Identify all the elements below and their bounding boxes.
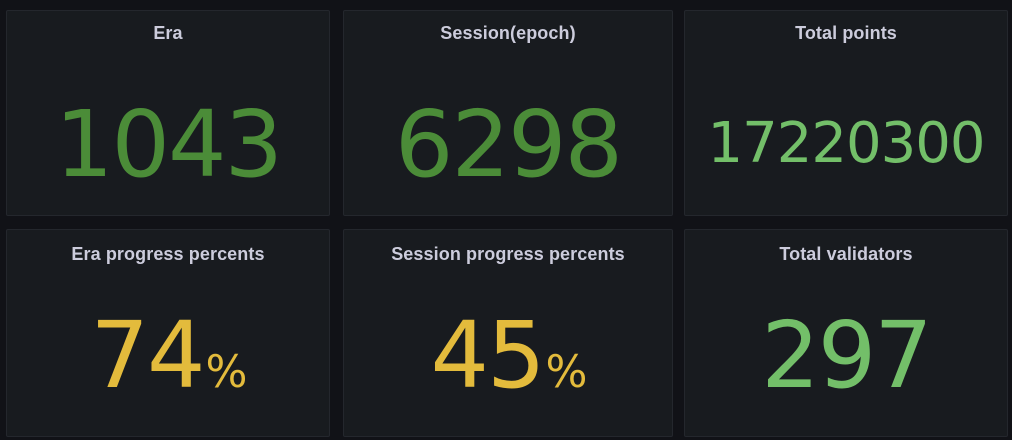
panel-title: Session progress percents [391,244,625,264]
stat-panel-session-epoch[interactable]: Session(epoch) 6298 [343,10,673,216]
stat-number: 45 [430,302,545,409]
stat-panel-total-points[interactable]: Total points 17220300 [684,10,1008,216]
stat-value: 17220300 [685,116,1007,172]
stat-unit: % [545,347,588,398]
stat-unit: % [205,347,248,398]
panel-title: Era [153,23,183,43]
panel-title: Session(epoch) [440,23,576,43]
stat-value: 45% [344,310,672,402]
stat-panel-era-progress[interactable]: Era progress percents 74% [6,229,330,437]
stat-value: 6298 [344,99,672,191]
stat-number: 297 [761,302,933,409]
panel-title: Total points [795,23,897,43]
stat-panel-total-validators[interactable]: Total validators 297 [684,229,1008,437]
panel-title: Total validators [779,244,913,264]
stat-number: 74 [90,302,205,409]
dashboard: Era 1043 Session(epoch) 6298 Total point… [0,0,1012,440]
stat-number: 17220300 [707,111,985,176]
stat-number: 1043 [54,91,283,198]
stat-value: 297 [685,310,1007,402]
stat-panel-session-progress[interactable]: Session progress percents 45% [343,229,673,437]
stat-value: 74% [7,310,329,402]
stat-panel-era[interactable]: Era 1043 [6,10,330,216]
panel-title: Era progress percents [71,244,265,264]
stat-value: 1043 [7,99,329,191]
stat-number: 6298 [394,91,623,198]
